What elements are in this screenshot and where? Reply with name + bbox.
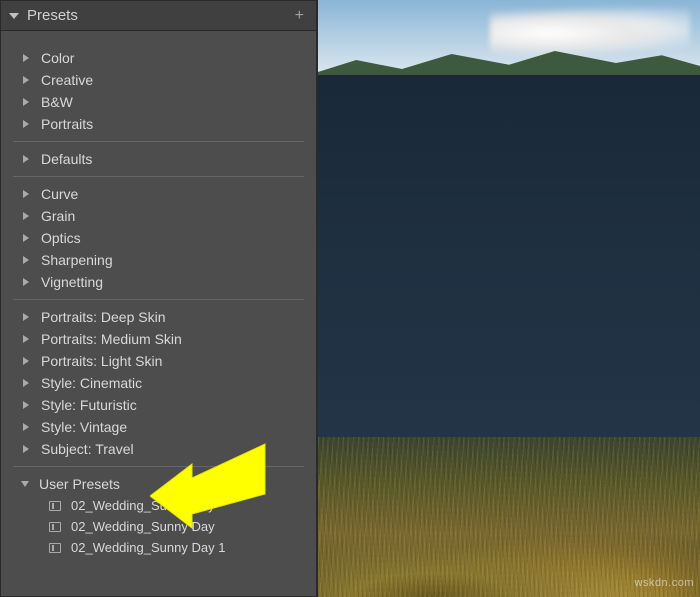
preset-folder[interactable]: Style: Futuristic [13,394,304,416]
photo-preview [318,0,700,597]
folder-label: B&W [41,94,73,110]
preset-folder[interactable]: Curve [13,183,304,205]
cloud-region [490,8,690,58]
preset-group: Color Creative B&W Portraits [13,41,304,142]
chevron-right-icon[interactable] [23,335,29,343]
folder-label: User Presets [39,476,120,492]
chevron-right-icon[interactable] [23,98,29,106]
preset-item[interactable]: 02_Wedding_Sunny Day [13,495,304,516]
folder-label: Portraits: Light Skin [41,353,162,369]
presets-panel-header[interactable]: Presets + [1,1,316,31]
folder-label: Portraits [41,116,93,132]
chevron-right-icon[interactable] [23,76,29,84]
folder-label: Style: Futuristic [41,397,137,413]
folder-label: Sharpening [41,252,113,268]
preset-icon [49,543,61,553]
chevron-right-icon[interactable] [23,313,29,321]
collapse-triangle-icon[interactable] [9,13,19,19]
folder-label: Creative [41,72,93,88]
folder-label: Style: Vintage [41,419,127,435]
preset-folder[interactable]: B&W [13,91,304,113]
chevron-right-icon[interactable] [23,190,29,198]
preset-folder[interactable]: Style: Vintage [13,416,304,438]
preset-folder[interactable]: User Presets [13,473,304,495]
preset-folder[interactable]: Color [13,47,304,69]
folder-label: Style: Cinematic [41,375,142,391]
preset-folder[interactable]: Style: Cinematic [13,372,304,394]
folder-label: Portraits: Deep Skin [41,309,166,325]
preset-icon [49,522,61,532]
chevron-right-icon[interactable] [23,234,29,242]
presets-panel: Presets + Color Creative B&W Portraits Defau… [0,0,318,597]
chevron-right-icon[interactable] [23,357,29,365]
preset-group: Defaults [13,142,304,177]
preset-folder[interactable]: Portraits: Deep Skin [13,306,304,328]
preset-folder[interactable]: Vignetting [13,271,304,293]
preset-icon [49,501,61,511]
chevron-right-icon[interactable] [23,278,29,286]
add-preset-button[interactable]: + [291,7,308,25]
chevron-right-icon[interactable] [23,445,29,453]
preset-label: 02_Wedding_Sunny Day 1 [71,540,225,555]
panel-title: Presets [27,7,291,24]
chevron-right-icon[interactable] [23,423,29,431]
preset-group: User Presets 02_Wedding_Sunny Day 02_Weddi… [13,467,304,564]
folder-label: Curve [41,186,78,202]
preset-folder[interactable]: Optics [13,227,304,249]
folder-label: Subject: Travel [41,441,134,457]
presets-list: Color Creative B&W Portraits Defaults Curve Gr… [1,31,316,596]
preset-folder[interactable]: Portraits: Light Skin [13,350,304,372]
preset-group: Curve Grain Optics Sharpening Vignetting [13,177,304,300]
preset-item[interactable]: 02_Wedding_Sunny Day 1 [13,537,304,558]
chevron-down-icon[interactable] [21,481,29,487]
folder-label: Color [41,50,74,66]
folder-label: Grain [41,208,75,224]
preset-folder[interactable]: Grain [13,205,304,227]
grass-region [318,437,700,597]
chevron-right-icon[interactable] [23,212,29,220]
chevron-right-icon[interactable] [23,401,29,409]
preset-folder[interactable]: Sharpening [13,249,304,271]
chevron-right-icon[interactable] [23,379,29,387]
preset-label: 02_Wedding_Sunny Day [71,519,215,534]
chevron-right-icon[interactable] [23,256,29,264]
chevron-right-icon[interactable] [23,120,29,128]
folder-label: Vignetting [41,274,103,290]
preset-group: Portraits: Deep Skin Portraits: Medium Sk… [13,300,304,467]
mountain-region [318,75,700,467]
watermark: wskdn.com [634,577,694,589]
preset-folder[interactable]: Defaults [13,148,304,170]
folder-label: Defaults [41,151,92,167]
folder-label: Portraits: Medium Skin [41,331,182,347]
preset-folder[interactable]: Subject: Travel [13,438,304,460]
preset-folder[interactable]: Creative [13,69,304,91]
chevron-right-icon[interactable] [23,155,29,163]
preset-folder[interactable]: Portraits [13,113,304,135]
folder-label: Optics [41,230,81,246]
preset-item[interactable]: 02_Wedding_Sunny Day [13,516,304,537]
preset-folder[interactable]: Portraits: Medium Skin [13,328,304,350]
preset-label: 02_Wedding_Sunny Day [71,498,215,513]
chevron-right-icon[interactable] [23,54,29,62]
